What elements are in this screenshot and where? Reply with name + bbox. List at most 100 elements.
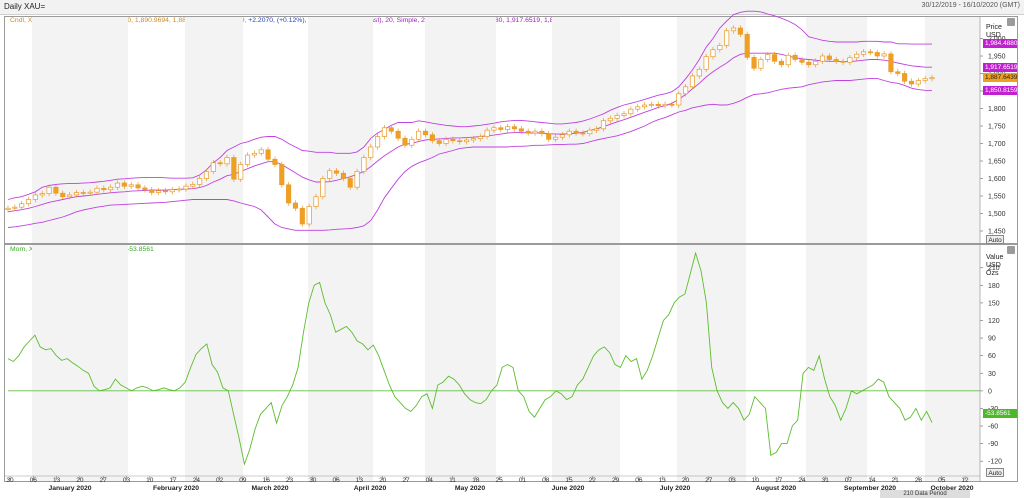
candle-body xyxy=(53,186,59,194)
candle-body xyxy=(744,33,750,58)
candle-body xyxy=(628,108,634,115)
candle-body xyxy=(717,45,723,51)
candle-body xyxy=(203,171,210,179)
candle-body xyxy=(388,127,394,132)
candle-body xyxy=(881,53,887,57)
candle-body xyxy=(436,140,442,144)
x-tick-label: 28 xyxy=(915,477,923,484)
candle-body xyxy=(457,140,463,143)
candle-body xyxy=(12,206,18,209)
candle-body xyxy=(525,130,531,134)
month-band xyxy=(32,245,128,481)
x-tick-label: 02 xyxy=(216,477,224,484)
candle-body xyxy=(854,53,860,59)
price-tick-label: 1,550 xyxy=(988,194,1006,201)
candle-body xyxy=(73,192,79,196)
bottom-bar: 210 Data Period xyxy=(0,490,1024,498)
x-tick-label: 03 xyxy=(728,477,736,484)
month-band xyxy=(308,17,373,243)
candle-body xyxy=(299,207,305,225)
candle-body xyxy=(813,60,819,66)
candle-body xyxy=(67,194,73,198)
month-band xyxy=(925,245,980,481)
candle-body xyxy=(594,128,600,131)
x-tick-label: 03 xyxy=(123,477,131,484)
price-auto-button[interactable]: Auto xyxy=(986,235,1004,244)
candle-body xyxy=(354,171,360,188)
month-band xyxy=(308,245,373,481)
mom-auto-button[interactable]: Auto xyxy=(986,468,1004,477)
x-tick-label: 27 xyxy=(100,477,108,484)
candle-body xyxy=(683,86,689,95)
candle-body xyxy=(450,138,456,142)
mom-tick-label: 60 xyxy=(988,353,996,360)
candle-body xyxy=(635,106,641,110)
candle-body xyxy=(580,132,586,135)
candle-body xyxy=(395,130,401,139)
candle-body xyxy=(902,73,908,82)
candle-body xyxy=(621,113,627,116)
candle-body xyxy=(94,187,100,193)
x-tick-label: 07 xyxy=(845,477,853,484)
candle-body xyxy=(498,127,504,130)
candle-body xyxy=(149,189,155,193)
candle-body xyxy=(573,130,579,134)
candle-body xyxy=(546,133,552,140)
x-tick-label: 30 xyxy=(6,477,14,484)
month-band xyxy=(185,245,243,481)
candle-body xyxy=(785,54,791,66)
candle-body xyxy=(183,185,189,190)
candle-body xyxy=(265,149,271,160)
candle-body xyxy=(327,170,333,179)
candle-body xyxy=(245,154,251,165)
candle-body xyxy=(422,130,429,136)
candle-body xyxy=(217,162,223,165)
candle-body xyxy=(176,188,182,191)
x-tick-label: 06 xyxy=(30,477,38,484)
candle-body xyxy=(819,55,826,62)
x-tick-label: 21 xyxy=(892,477,900,484)
candle-body xyxy=(416,130,422,140)
candle-body xyxy=(765,54,771,60)
candle-body xyxy=(306,206,312,225)
candle-body xyxy=(272,158,278,165)
month-band xyxy=(925,17,980,243)
x-tick-label: 23 xyxy=(286,477,294,484)
candle-body xyxy=(614,115,620,119)
candle-body xyxy=(333,170,340,174)
x-tick-label: 20 xyxy=(682,477,690,484)
x-tick-label: 13 xyxy=(659,477,667,484)
price-axis-ticks: 2,0001,9501,9001,8501,8001,7501,7001,650… xyxy=(979,17,1006,243)
candle-body xyxy=(128,184,134,187)
x-tick-label: 30 xyxy=(309,477,317,484)
month-band xyxy=(425,245,496,481)
candle-body xyxy=(559,134,565,138)
candle-body xyxy=(25,199,32,205)
x-tick-label: 29 xyxy=(612,477,620,484)
candle-body xyxy=(409,138,415,146)
candle-body xyxy=(279,164,285,186)
candle-body xyxy=(737,27,743,35)
x-tick-label: 10 xyxy=(752,477,760,484)
candle-body xyxy=(676,93,682,106)
month-band xyxy=(552,245,620,481)
period-label: 210 Data Period xyxy=(880,490,970,498)
candle-body xyxy=(484,129,490,137)
candle-body xyxy=(169,189,175,193)
price-tag: 1,887.6439 xyxy=(983,73,1018,83)
x-tick-label: 13 xyxy=(53,477,61,484)
mom-tick-label: -90 xyxy=(988,441,998,448)
candle-body xyxy=(87,191,93,194)
month-band xyxy=(32,17,128,243)
x-tick-label: 18 xyxy=(472,477,480,484)
month-band xyxy=(806,17,867,243)
x-tick-label: 11 xyxy=(449,477,456,484)
mom-tick-label: -60 xyxy=(988,424,998,431)
x-tick-label: 15 xyxy=(565,477,573,484)
candle-body xyxy=(361,157,367,172)
candle-body xyxy=(806,61,812,66)
candle-body xyxy=(532,130,538,134)
price-tag: 1,917.6519 xyxy=(983,62,1018,72)
mom-tick-label: 30 xyxy=(988,371,996,378)
candle-body xyxy=(518,128,524,132)
